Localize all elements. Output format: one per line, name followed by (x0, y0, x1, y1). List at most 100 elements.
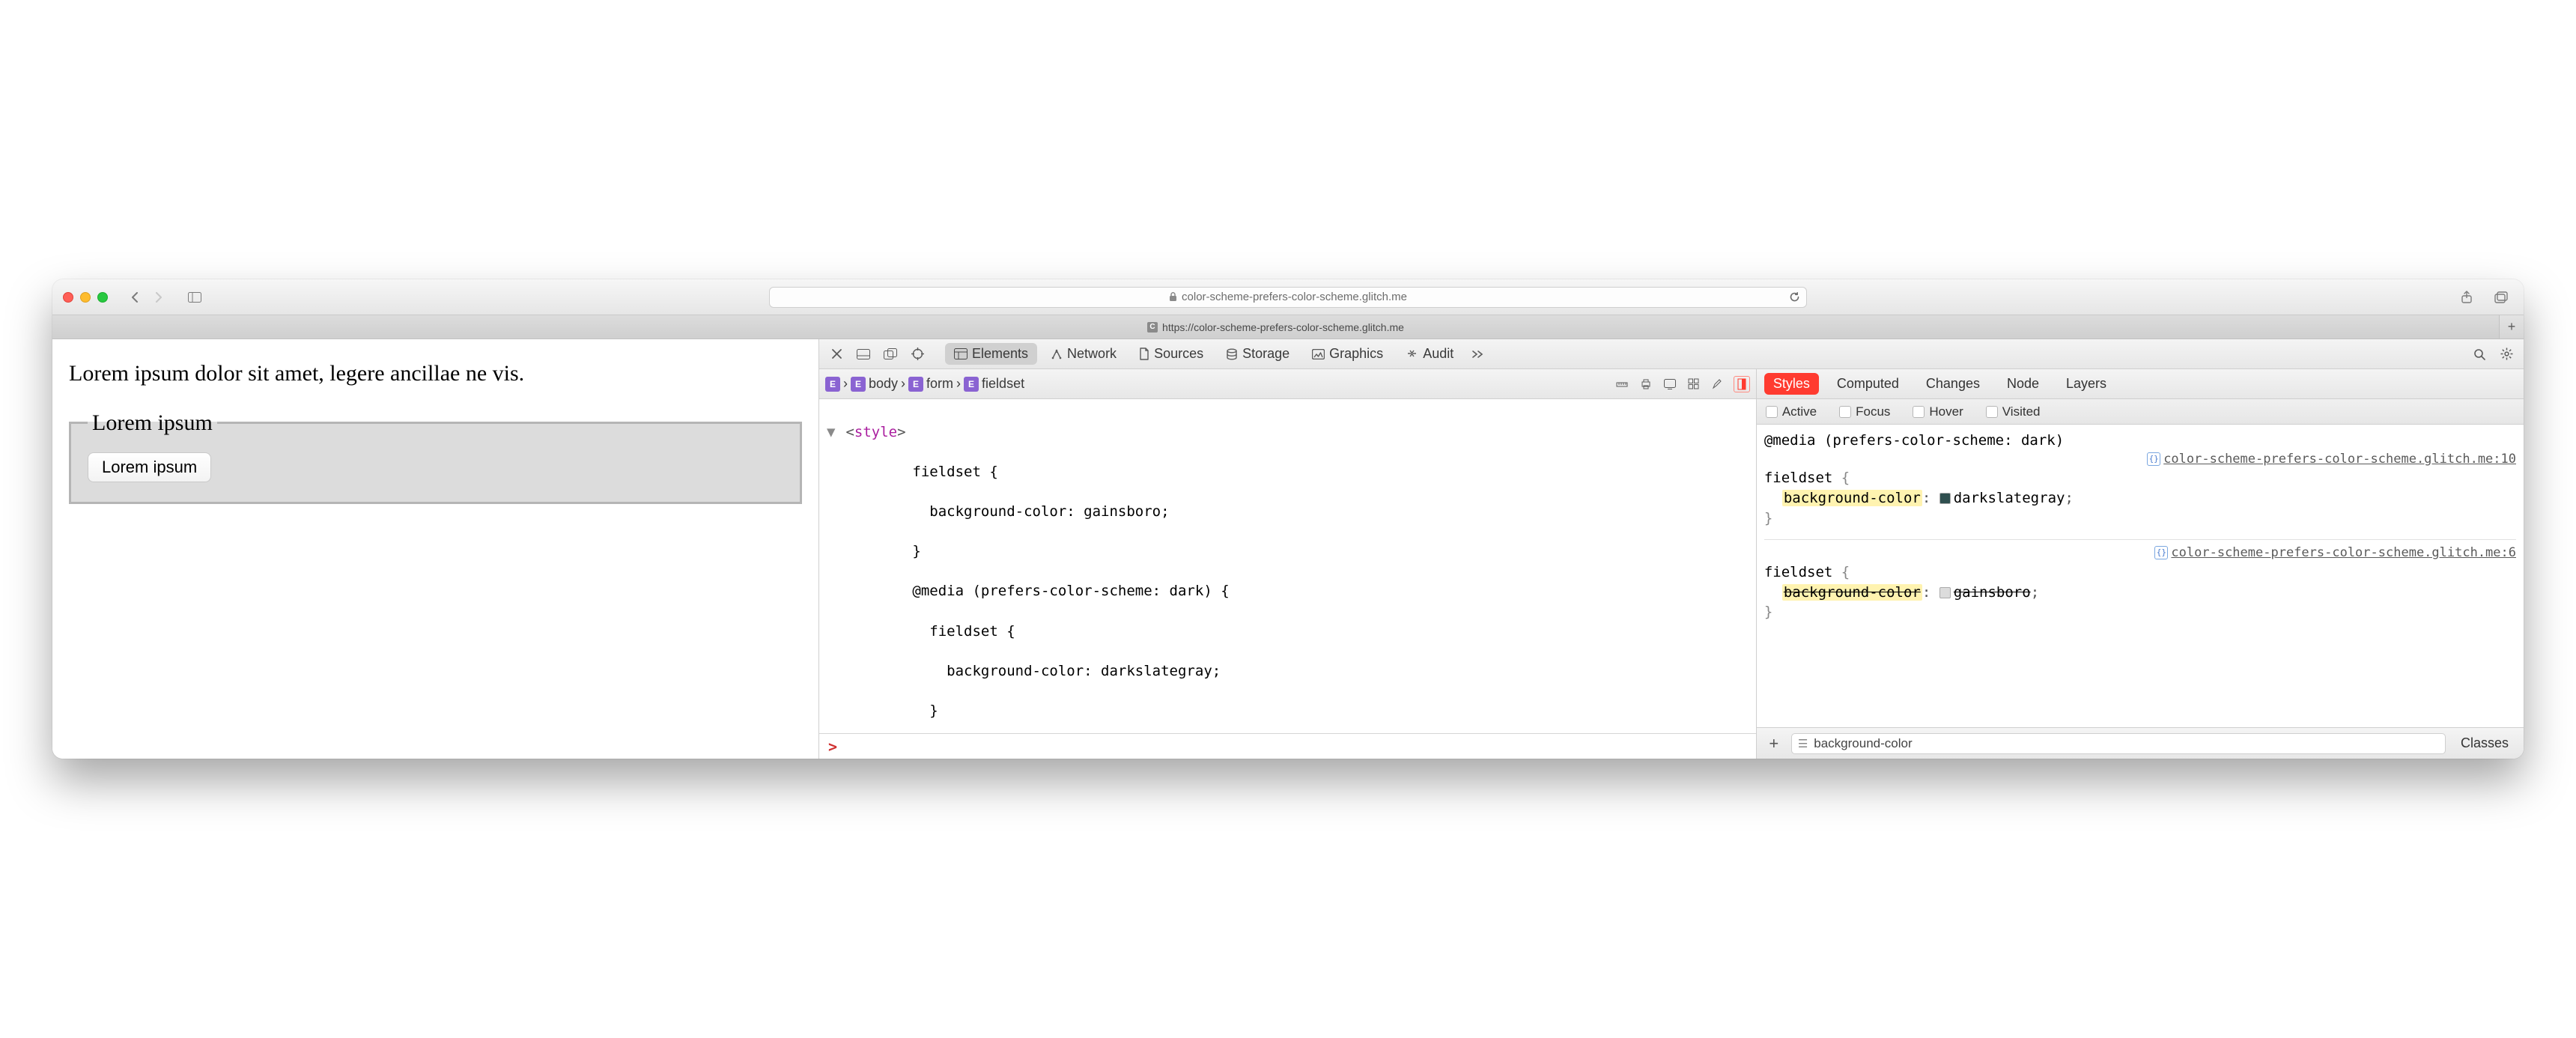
page-legend: Lorem ipsum (88, 410, 217, 436)
elements-icon (954, 348, 967, 359)
tab-styles[interactable]: Styles (1764, 373, 1819, 395)
chevron-right-icon: › (901, 376, 905, 392)
tab-node[interactable]: Node (1998, 373, 2048, 395)
page-button[interactable]: Lorem ipsum (88, 452, 211, 482)
ruler-icon[interactable] (1614, 376, 1630, 392)
rule-source-link[interactable]: {}color-scheme-prefers-color-scheme.glit… (2147, 451, 2516, 469)
browser-window: color-scheme-prefers-color-scheme.glitch… (52, 279, 2524, 759)
force-focus[interactable]: Focus (1839, 404, 1890, 419)
devtools: Elements Network Sources Storage Graphic… (818, 339, 2524, 759)
styles-filter-value: background-color (1814, 736, 1912, 751)
devtools-settings-button[interactable] (2495, 344, 2518, 365)
tab-sources-label: Sources (1154, 346, 1203, 362)
network-icon (1051, 348, 1063, 360)
lock-icon (1169, 292, 1177, 302)
filter-icon: ☰ (1798, 737, 1808, 750)
device-icon[interactable] (1662, 376, 1678, 392)
dom-breadcrumbs: E › Ebody › Eform › Efieldset (819, 369, 1756, 399)
tab-audit-label: Audit (1423, 346, 1453, 362)
grid-icon[interactable] (1686, 376, 1702, 392)
tab-elements-label: Elements (972, 346, 1028, 362)
tab-computed[interactable]: Computed (1828, 373, 1908, 395)
tab-elements[interactable]: Elements (945, 343, 1037, 365)
forward-button[interactable] (147, 288, 171, 307)
chevron-right-icon: › (843, 376, 848, 392)
devtools-overflow-button[interactable] (1467, 344, 1489, 365)
tab-graphics[interactable]: Graphics (1303, 343, 1392, 365)
breadcrumb-body[interactable]: Ebody (851, 376, 898, 392)
tab-title: https://color-scheme-prefers-color-schem… (1162, 321, 1404, 333)
console-chevron-icon: > (828, 738, 837, 756)
force-state-row: Active Focus Hover Visited (1757, 399, 2524, 425)
back-button[interactable] (123, 288, 147, 307)
force-visited[interactable]: Visited (1986, 404, 2041, 419)
inspect-element-button[interactable] (906, 344, 929, 365)
traffic-lights (63, 292, 108, 303)
page-paragraph: Lorem ipsum dolor sit amet, legere ancil… (69, 359, 802, 389)
devtools-body: E › Ebody › Eform › Efieldset (819, 369, 2524, 759)
tab-storage[interactable]: Storage (1217, 343, 1298, 365)
stylesheet-icon: {} (2147, 452, 2160, 466)
rule-source-link[interactable]: {}color-scheme-prefers-color-scheme.glit… (2154, 544, 2516, 562)
titlebar-right-tools (2455, 288, 2513, 307)
console-prompt[interactable]: > (819, 733, 1756, 759)
devtools-toolbar: Elements Network Sources Storage Graphic… (819, 339, 2524, 369)
new-rule-button[interactable]: + (1764, 734, 1784, 753)
tab-sources[interactable]: Sources (1130, 343, 1212, 365)
force-active[interactable]: Active (1766, 404, 1817, 419)
tab-network[interactable]: Network (1042, 343, 1126, 365)
tab-layers[interactable]: Layers (2057, 373, 2115, 395)
dock-detach-icon[interactable] (879, 344, 902, 365)
sources-icon (1139, 347, 1149, 360)
tab-storage-label: Storage (1242, 346, 1289, 362)
compositing-icon[interactable] (1734, 376, 1750, 392)
content-row: Lorem ipsum dolor sit amet, legere ancil… (52, 339, 2524, 759)
nav-buttons (123, 288, 171, 307)
storage-icon (1226, 348, 1238, 360)
breadcrumb-fieldset[interactable]: Efieldset (964, 376, 1024, 392)
reload-button[interactable] (1789, 291, 1800, 303)
tab-favicon: C (1147, 322, 1158, 333)
minimize-window-button[interactable] (80, 292, 91, 303)
tabs-overview-button[interactable] (2489, 288, 2513, 307)
breadcrumb-root[interactable]: E (825, 377, 840, 392)
stylesheet-icon: {} (2154, 546, 2168, 559)
elements-pane: E › Ebody › Eform › Efieldset (819, 369, 1757, 759)
classes-button[interactable]: Classes (2453, 732, 2516, 754)
close-devtools-button[interactable] (825, 344, 848, 365)
close-window-button[interactable] (63, 292, 73, 303)
breadcrumb-form[interactable]: Eform (908, 376, 953, 392)
media-query: @media (prefers-color-scheme: dark) (1764, 431, 2516, 451)
address-bar[interactable]: color-scheme-prefers-color-scheme.glitch… (769, 287, 1807, 308)
style-rule: @media (prefers-color-scheme: dark) {}co… (1764, 429, 2516, 536)
print-styles-icon[interactable] (1638, 376, 1654, 392)
style-rules[interactable]: @media (prefers-color-scheme: dark) {}co… (1757, 425, 2524, 727)
new-tab-button[interactable]: + (2500, 315, 2524, 339)
sidebar-toggle-button[interactable] (183, 288, 207, 307)
chevron-right-icon: › (956, 376, 961, 392)
rendered-page: Lorem ipsum dolor sit amet, legere ancil… (52, 339, 818, 759)
audit-icon (1406, 348, 1418, 359)
tab-graphics-label: Graphics (1329, 346, 1383, 362)
force-hover[interactable]: Hover (1913, 404, 1963, 419)
zoom-window-button[interactable] (97, 292, 108, 303)
tab-changes[interactable]: Changes (1917, 373, 1989, 395)
dock-bottom-icon[interactable] (852, 344, 875, 365)
styles-tabs: Styles Computed Changes Node Layers (1757, 369, 2524, 399)
browser-tab[interactable]: C https://color-scheme-prefers-color-sch… (52, 315, 2500, 339)
color-swatch[interactable] (1939, 587, 1951, 598)
tab-audit[interactable]: Audit (1397, 343, 1462, 365)
paint-icon[interactable] (1710, 376, 1726, 392)
address-bar-text: color-scheme-prefers-color-scheme.glitch… (1182, 291, 1407, 303)
elements-toolbar-right (1614, 376, 1750, 392)
titlebar: color-scheme-prefers-color-scheme.glitch… (52, 279, 2524, 315)
color-swatch[interactable] (1939, 493, 1951, 504)
graphics-icon (1312, 349, 1325, 359)
dom-tree[interactable]: ▼ <style> fieldset { background-color: g… (819, 399, 1756, 733)
tab-network-label: Network (1067, 346, 1117, 362)
share-button[interactable] (2455, 288, 2479, 307)
page-fieldset: Lorem ipsum Lorem ipsum (69, 410, 802, 504)
styles-filter-input[interactable]: ☰ background-color (1791, 733, 2446, 754)
style-rule: {}color-scheme-prefers-color-scheme.glit… (1764, 543, 2516, 631)
devtools-search-button[interactable] (2468, 344, 2491, 365)
